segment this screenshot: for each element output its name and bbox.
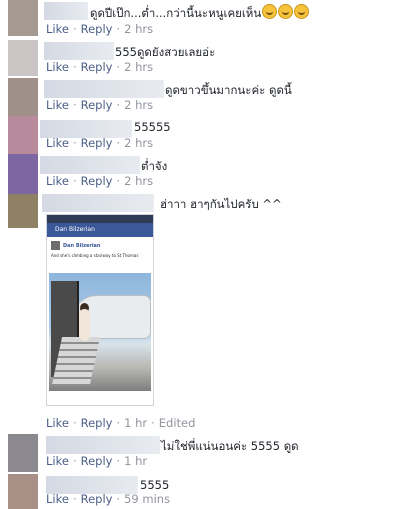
avatar[interactable] [8, 474, 38, 509]
comment-text: ดูดปีเป๊ก...ต่ำ...กว่านี้นะหนูเคยเห็น [90, 6, 262, 20]
like-link[interactable]: Like [46, 22, 69, 36]
reply-link[interactable]: Reply [81, 492, 113, 506]
comment-3: ดูดขาวขึ้นมากนะค่ะ ดูดนี้ Like · Reply · 2 h… [0, 78, 400, 116]
comment-7: ไม่ใช่พี่แน่นอนค่ะ 5555 ดูด Like · Reply · 1… [0, 434, 400, 472]
comment-actions: Like · Reply · 1 hr [46, 454, 148, 468]
avatar[interactable] [8, 194, 38, 228]
comment-1: ดูดปีเป๊ก...ต่ำ...กว่านี้นะหนูเคยเห็น Li… [0, 0, 400, 38]
reply-link[interactable]: Reply [81, 22, 113, 36]
commenter-name[interactable] [44, 2, 88, 20]
timestamp[interactable]: 2 hrs [124, 22, 153, 36]
comment-8: 5555 Like · Reply · 59 mins [0, 474, 400, 509]
comment-actions: Like · Reply · 1 hr · Edited [46, 416, 196, 430]
timestamp[interactable]: 59 mins [124, 492, 170, 506]
avatar[interactable] [8, 434, 38, 472]
attached-photo[interactable]: Dan Bilzerian Dan Bilzerian And she's cl… [46, 214, 154, 406]
commenter-name[interactable] [42, 194, 154, 212]
avatar[interactable] [8, 116, 38, 154]
like-link[interactable]: Like [46, 60, 69, 74]
commenter-name[interactable] [40, 156, 140, 174]
timestamp[interactable]: 2 hrs [124, 60, 153, 74]
like-link[interactable]: Like [46, 416, 69, 430]
timestamp[interactable]: 1 hr [124, 416, 147, 430]
person-shape [79, 309, 90, 341]
comment-text: 55555 [134, 120, 171, 134]
avatar[interactable] [8, 0, 38, 36]
avatar[interactable] [8, 40, 38, 76]
like-link[interactable]: Like [46, 98, 69, 112]
avatar[interactable] [8, 154, 38, 194]
grinning-emoji-icon [278, 4, 294, 19]
grinning-emoji-icon [294, 4, 310, 19]
comment-2: 555ดูดยังสวยเลยอ่ะ Like · Reply · 2 hrs [0, 40, 400, 78]
photo-post: Dan Bilzerian And she's climbing a stair… [47, 237, 153, 258]
reply-link[interactable]: Reply [81, 98, 113, 112]
photo-caption: And she's climbing a stairway to St Thom… [51, 253, 139, 258]
comment-text: 5555 [140, 478, 170, 492]
comment-actions: Like · Reply · 59 mins [46, 492, 171, 506]
timestamp[interactable]: 2 hrs [124, 174, 153, 188]
comment-text: ต่ำจัง [141, 159, 168, 173]
reply-link[interactable]: Reply [81, 136, 113, 150]
reply-link[interactable]: Reply [81, 60, 113, 74]
commenter-name[interactable] [44, 42, 114, 60]
grinning-emoji-icon [262, 4, 278, 19]
reply-link[interactable]: Reply [81, 174, 113, 188]
photo-page-header: Dan Bilzerian [47, 223, 153, 237]
comment-text: 555ดูดยังสวยเลยอ่ะ [115, 45, 216, 59]
commenter-name[interactable] [46, 436, 160, 454]
commenter-name[interactable] [44, 80, 164, 98]
reply-link[interactable]: Reply [81, 454, 113, 468]
comment-4: 55555 Like · Reply · 2 hrs [0, 116, 400, 154]
comment-text: ดูดขาวขึ้นมากนะค่ะ ดูดนี้ [165, 83, 292, 97]
comment-5: ต่ำจัง Like · Reply · 2 hrs [0, 154, 400, 194]
timestamp[interactable]: 2 hrs [124, 98, 153, 112]
timestamp[interactable]: 2 hrs [124, 136, 153, 150]
comment-actions: Like · Reply · 2 hrs [46, 174, 154, 188]
edited-label[interactable]: Edited [159, 416, 196, 430]
comment-text: ไม่ใช่พี่แน่นอนค่ะ 5555 ดูด [161, 439, 299, 453]
comment-actions: Like · Reply · 2 hrs [46, 60, 154, 74]
reply-link[interactable]: Reply [81, 416, 113, 430]
photo-author-avatar [51, 241, 60, 250]
like-link[interactable]: Like [46, 136, 69, 150]
photo-image [49, 273, 151, 391]
like-link[interactable]: Like [46, 174, 69, 188]
avatar[interactable] [8, 78, 38, 116]
like-link[interactable]: Like [46, 492, 69, 506]
comment-actions: Like · Reply · 2 hrs [46, 98, 154, 112]
comment-text: ฮ่าาา ฮาๆกันไปครับ ^^ [160, 197, 282, 211]
like-link[interactable]: Like [46, 454, 69, 468]
phone-status-bar [47, 215, 153, 223]
comment-actions: Like · Reply · 2 hrs [46, 136, 154, 150]
photo-author-name: Dan Bilzerian [63, 242, 101, 249]
timestamp[interactable]: 1 hr [124, 454, 147, 468]
comment-actions: Like · Reply · 2 hrs [46, 22, 154, 36]
